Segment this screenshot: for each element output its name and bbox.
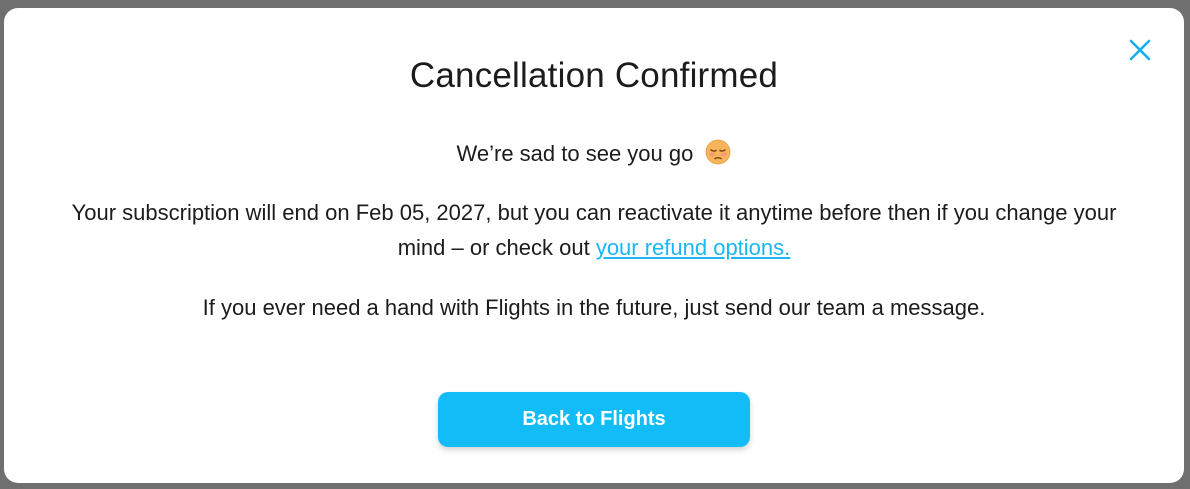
cancellation-modal: Cancellation Confirmed We’re sad to see … [4, 8, 1184, 483]
modal-title: Cancellation Confirmed [409, 56, 779, 95]
subscription-message: Your subscription will end on Feb 05, 20… [4, 195, 1184, 265]
refund-options-link[interactable]: your refund options. [596, 235, 790, 260]
help-message: If you ever need a hand with Flights in … [202, 295, 986, 320]
pensive-face-emoji-icon [706, 139, 731, 165]
back-to-flights-button[interactable]: Back to Flights [438, 392, 750, 447]
sad-message: We’re sad to see you go [4, 136, 1184, 171]
sad-text: We’re sad to see you go [456, 141, 694, 166]
subscription-text: Your subscription will end on Feb 05, 20… [71, 200, 1117, 260]
